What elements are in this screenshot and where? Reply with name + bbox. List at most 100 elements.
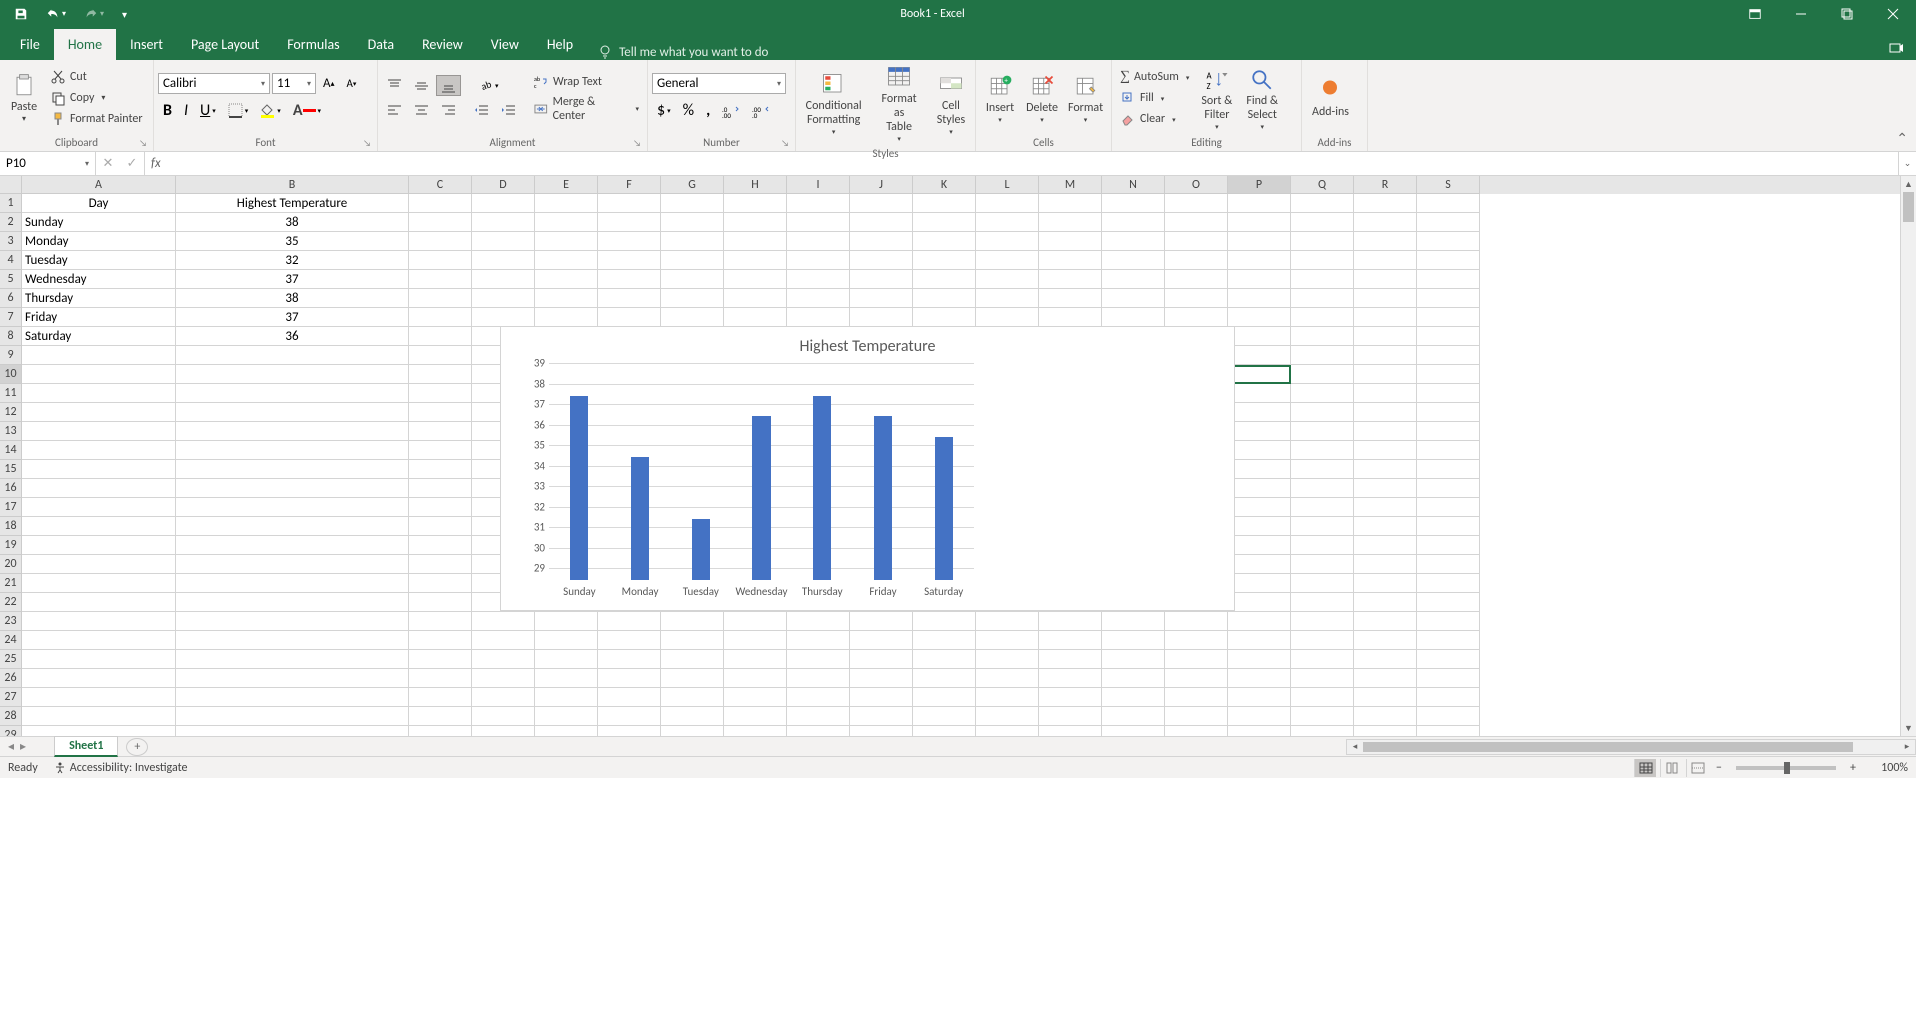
- share-icon[interactable]: [1888, 40, 1904, 60]
- cell-M25[interactable]: [1039, 650, 1102, 669]
- cell-C19[interactable]: [409, 536, 472, 555]
- cell-S19[interactable]: [1417, 536, 1480, 555]
- cell-A28[interactable]: [22, 707, 176, 726]
- select-all-corner[interactable]: [0, 176, 22, 194]
- cell-Q2[interactable]: [1291, 213, 1354, 232]
- cell-D28[interactable]: [472, 707, 535, 726]
- scroll-down-icon[interactable]: ▼: [1901, 720, 1916, 736]
- cell-R21[interactable]: [1354, 574, 1417, 593]
- cell-B2[interactable]: 38: [176, 213, 409, 232]
- cell-F2[interactable]: [598, 213, 661, 232]
- undo-icon[interactable]: ▾: [40, 4, 72, 24]
- cell-E29[interactable]: [535, 726, 598, 736]
- cell-N1[interactable]: [1102, 194, 1165, 213]
- cell-C6[interactable]: [409, 289, 472, 308]
- cell-A13[interactable]: [22, 422, 176, 441]
- cell-I29[interactable]: [787, 726, 850, 736]
- cell-A19[interactable]: [22, 536, 176, 555]
- cell-N5[interactable]: [1102, 270, 1165, 289]
- col-header-D[interactable]: D: [472, 176, 535, 194]
- col-header-B[interactable]: B: [176, 176, 409, 194]
- cell-H24[interactable]: [724, 631, 787, 650]
- cell-C4[interactable]: [409, 251, 472, 270]
- cell-S9[interactable]: [1417, 346, 1480, 365]
- col-header-F[interactable]: F: [598, 176, 661, 194]
- cell-R17[interactable]: [1354, 498, 1417, 517]
- cell-C28[interactable]: [409, 707, 472, 726]
- cell-R23[interactable]: [1354, 612, 1417, 631]
- cell-R8[interactable]: [1354, 327, 1417, 346]
- cell-K27[interactable]: [913, 688, 976, 707]
- cell-S28[interactable]: [1417, 707, 1480, 726]
- cell-B25[interactable]: [176, 650, 409, 669]
- cell-R6[interactable]: [1354, 289, 1417, 308]
- redo-icon[interactable]: ▾: [78, 4, 110, 24]
- cell-A4[interactable]: Tuesday: [22, 251, 176, 270]
- cell-E4[interactable]: [535, 251, 598, 270]
- cell-F28[interactable]: [598, 707, 661, 726]
- cell-I6[interactable]: [787, 289, 850, 308]
- cell-P16[interactable]: [1228, 479, 1291, 498]
- cell-A24[interactable]: [22, 631, 176, 650]
- tab-page-layout[interactable]: Page Layout: [177, 29, 273, 60]
- cell-E27[interactable]: [535, 688, 598, 707]
- cell-K29[interactable]: [913, 726, 976, 736]
- row-header-6[interactable]: 6: [0, 289, 22, 308]
- cell-F24[interactable]: [598, 631, 661, 650]
- cell-F6[interactable]: [598, 289, 661, 308]
- cell-P27[interactable]: [1228, 688, 1291, 707]
- cell-A26[interactable]: [22, 669, 176, 688]
- cell-K3[interactable]: [913, 232, 976, 251]
- scroll-left-icon[interactable]: ◂: [1347, 741, 1363, 752]
- cell-S6[interactable]: [1417, 289, 1480, 308]
- cell-M29[interactable]: [1039, 726, 1102, 736]
- col-header-E[interactable]: E: [535, 176, 598, 194]
- chart-bar-thursday[interactable]: [813, 396, 831, 581]
- cell-B14[interactable]: [176, 441, 409, 460]
- cell-B18[interactable]: [176, 517, 409, 536]
- cell-K1[interactable]: [913, 194, 976, 213]
- cell-P11[interactable]: [1228, 384, 1291, 403]
- cell-F26[interactable]: [598, 669, 661, 688]
- cell-H1[interactable]: [724, 194, 787, 213]
- cell-L1[interactable]: [976, 194, 1039, 213]
- autosum-button[interactable]: ∑AutoSum▾: [1116, 67, 1193, 87]
- cell-G25[interactable]: [661, 650, 724, 669]
- cell-N24[interactable]: [1102, 631, 1165, 650]
- cell-H28[interactable]: [724, 707, 787, 726]
- new-sheet-button[interactable]: +: [126, 738, 148, 756]
- cell-Q26[interactable]: [1291, 669, 1354, 688]
- row-header-21[interactable]: 21: [0, 574, 22, 593]
- cell-F5[interactable]: [598, 270, 661, 289]
- cell-Q6[interactable]: [1291, 289, 1354, 308]
- cell-P20[interactable]: [1228, 555, 1291, 574]
- cell-C26[interactable]: [409, 669, 472, 688]
- cell-S1[interactable]: [1417, 194, 1480, 213]
- cell-S12[interactable]: [1417, 403, 1480, 422]
- cell-O2[interactable]: [1165, 213, 1228, 232]
- fill-color-button[interactable]: ▾: [255, 100, 286, 121]
- cell-N2[interactable]: [1102, 213, 1165, 232]
- row-header-5[interactable]: 5: [0, 270, 22, 289]
- cell-S10[interactable]: [1417, 365, 1480, 384]
- cell-N27[interactable]: [1102, 688, 1165, 707]
- cell-Q20[interactable]: [1291, 555, 1354, 574]
- cell-Q13[interactable]: [1291, 422, 1354, 441]
- cell-M1[interactable]: [1039, 194, 1102, 213]
- cell-A14[interactable]: [22, 441, 176, 460]
- italic-button[interactable]: I: [179, 98, 193, 123]
- cell-A15[interactable]: [22, 460, 176, 479]
- cell-B12[interactable]: [176, 403, 409, 422]
- cell-Q11[interactable]: [1291, 384, 1354, 403]
- cell-M7[interactable]: [1039, 308, 1102, 327]
- cell-C14[interactable]: [409, 441, 472, 460]
- tab-home[interactable]: Home: [54, 29, 116, 60]
- cell-G23[interactable]: [661, 612, 724, 631]
- addins-button[interactable]: Add-ins: [1306, 75, 1355, 121]
- cell-B19[interactable]: [176, 536, 409, 555]
- copy-button[interactable]: Copy▾: [46, 88, 147, 108]
- number-format-combo[interactable]: General▾: [652, 73, 786, 94]
- cell-G27[interactable]: [661, 688, 724, 707]
- format-cells-button[interactable]: Format▾: [1064, 71, 1107, 126]
- cell-O24[interactable]: [1165, 631, 1228, 650]
